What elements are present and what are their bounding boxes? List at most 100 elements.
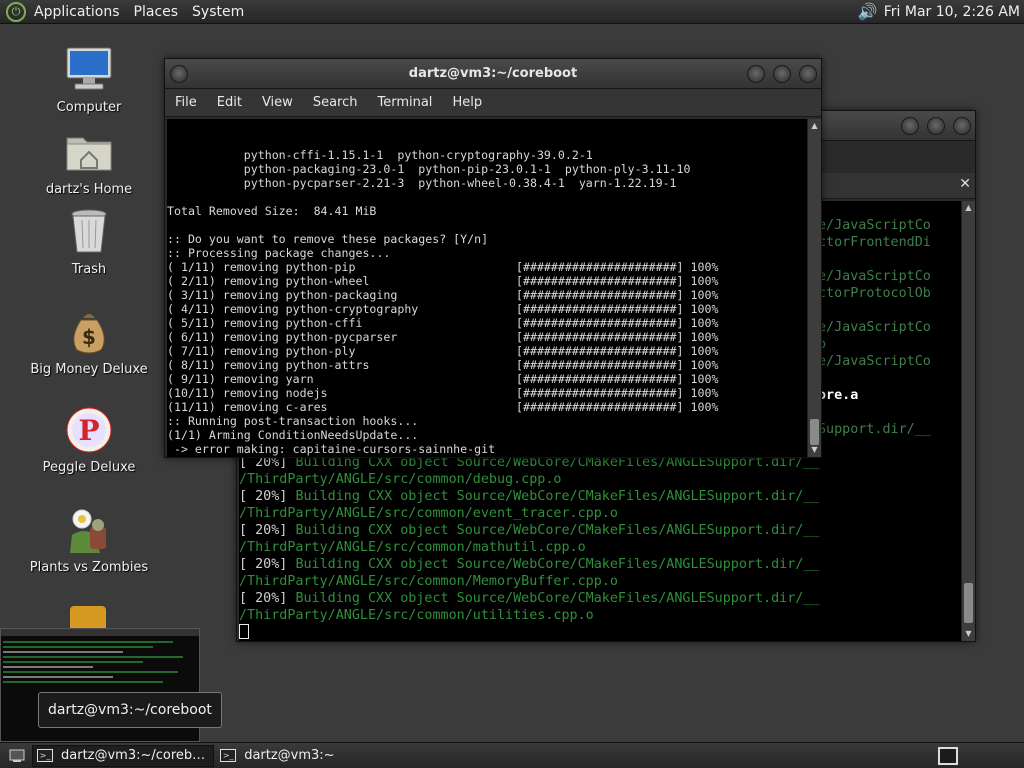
show-desktop-icon[interactable]	[4, 745, 30, 767]
minimize-button[interactable]	[747, 65, 765, 83]
build-line: /ThirdParty/ANGLE/src/common/utilities.c…	[239, 607, 961, 624]
desktop-icon-trash[interactable]: Trash	[26, 208, 152, 277]
terminal-fragment: ctorProtocolOb	[818, 286, 931, 301]
distro-logo-icon[interactable]: ⏻	[6, 1, 26, 22]
minimize-button[interactable]	[901, 117, 919, 135]
build-line: [ 20%] Building CXX object Source/WebCor…	[239, 590, 961, 607]
tab-strip: ✕	[822, 173, 975, 199]
desktop-icon-big-money[interactable]: $ Big Money Deluxe	[26, 308, 152, 377]
terminal-line: -> error making: capitaine-cursors-sainn…	[167, 442, 496, 456]
background-terminal-scrollbar[interactable]: ▲ ▼	[961, 201, 975, 641]
close-button[interactable]	[953, 117, 971, 135]
maximize-button[interactable]	[927, 117, 945, 135]
background-terminal-build-lines: [ 20%] Building CXX object Source/WebCor…	[239, 454, 961, 624]
menu-system[interactable]: System	[192, 4, 244, 20]
taskbar-item-home[interactable]: >_ dartz@vm3:~	[216, 745, 342, 767]
build-line: [ 20%] Building CXX object Source/WebCor…	[239, 488, 961, 505]
desktop-icon-label: Trash	[71, 262, 107, 277]
taskbar-item-coreboot[interactable]: >_ dartz@vm3:~/coreb…	[32, 744, 215, 767]
desktop-icon-plants-vs-zombies[interactable]: Plants vs Zombies	[26, 506, 152, 575]
bottom-panel: >_ dartz@vm3:~/coreb… >_ dartz@vm3:~	[0, 742, 1024, 768]
terminal-icon: >_	[37, 749, 53, 762]
menu-terminal[interactable]: Terminal	[377, 95, 432, 110]
menu-edit[interactable]: Edit	[217, 95, 242, 110]
terminal-fragment	[818, 404, 961, 421]
scroll-up-icon[interactable]: ▲	[962, 203, 975, 213]
plants-vs-zombies-icon	[63, 506, 115, 554]
terminal-fragment: o	[818, 337, 827, 352]
front-terminal-scrollbar[interactable]: ▲ ▼	[807, 119, 821, 457]
front-terminal-lines: python-cffi-1.15.1-1 python-cryptography…	[167, 148, 807, 457]
build-line-text: /ThirdParty/ANGLE/src/common/mathutil.cp…	[239, 540, 586, 555]
build-line: /ThirdParty/ANGLE/src/common/MemoryBuffe…	[239, 573, 961, 590]
desktop-icon-label: Computer	[56, 100, 122, 115]
terminal-line: ( 9/11) removing yarn [#################…	[167, 372, 719, 386]
window-title: dartz@vm3:~/coreboot	[408, 66, 578, 81]
terminal-fragment: e/JavaScriptCo	[818, 218, 931, 233]
desktop-icon-label: Peggle Deluxe	[42, 460, 136, 475]
menu-help[interactable]: Help	[452, 95, 482, 110]
terminal-menubar: File Edit View Search Terminal Help	[165, 89, 821, 117]
menu-view[interactable]: View	[262, 95, 293, 110]
desktop-icon-label: Big Money Deluxe	[30, 362, 148, 377]
menu-places[interactable]: Places	[134, 4, 179, 20]
terminal-fragment: e/JavaScriptCo	[818, 320, 931, 335]
terminal-line: ( 7/11) removing python-ply [###########…	[167, 344, 719, 358]
background-terminal-visible-fragments: e/JavaScriptCo ctorFrontendDi e/JavaScript…	[818, 217, 961, 438]
build-line-text: Building CXX object Source/WebCore/CMake…	[295, 591, 820, 606]
front-terminal-output[interactable]: python-cffi-1.15.1-1 python-cryptography…	[167, 119, 807, 457]
terminal-fragment: ctorFrontendDi	[818, 235, 931, 250]
trash-icon	[63, 208, 115, 256]
computer-icon	[63, 46, 115, 94]
desktop-icon-peggle[interactable]: P Peggle Deluxe	[26, 406, 152, 475]
terminal-line: :: Processing package changes...	[167, 246, 391, 260]
scroll-down-icon[interactable]: ▼	[962, 629, 975, 639]
terminal-line: ( 8/11) removing python-attrs [#########…	[167, 358, 719, 372]
system-tray: 🔊 Fri Mar 10, 2:26 AM	[858, 2, 1020, 21]
build-line-text: Building CXX object Source/WebCore/CMake…	[295, 557, 820, 572]
desktop-icon-home[interactable]: dartz's Home	[26, 128, 152, 197]
desktop-icon-label: dartz's Home	[45, 182, 133, 197]
partial-desktop-icon[interactable]	[70, 606, 106, 628]
clock[interactable]: Fri Mar 10, 2:26 AM	[884, 4, 1020, 20]
build-line-text: /ThirdParty/ANGLE/src/common/MemoryBuffe…	[239, 574, 618, 589]
scroll-down-icon[interactable]: ▼	[808, 445, 821, 455]
scroll-thumb[interactable]	[964, 583, 973, 623]
build-line: /ThirdParty/ANGLE/src/common/event_trace…	[239, 505, 961, 522]
build-line-text: /ThirdParty/ANGLE/src/common/event_trace…	[239, 506, 618, 521]
build-line-text: Building CXX object Source/WebCore/CMake…	[295, 489, 820, 504]
build-line-text: /ThirdParty/ANGLE/src/common/utilities.c…	[239, 608, 594, 623]
taskbar-item-label: dartz@vm3:~/coreb…	[61, 748, 206, 763]
close-button[interactable]	[799, 65, 817, 83]
close-tab-icon[interactable]: ✕	[959, 176, 971, 192]
build-line: [ 20%] Building CXX object Source/WebCor…	[239, 522, 961, 539]
scroll-thumb[interactable]	[810, 419, 819, 445]
front-window-titlebar[interactable]: dartz@vm3:~/coreboot	[165, 59, 821, 89]
terminal-fragment	[818, 251, 961, 268]
build-line-prefix: [ 20%]	[239, 489, 296, 504]
volume-icon[interactable]: 🔊	[858, 2, 878, 21]
build-line-text: Building CXX object Source/WebCore/CMake…	[295, 523, 820, 538]
terminal-line: ( 6/11) removing python-pycparser [#####…	[167, 330, 719, 344]
terminal-line: [dartz@vm3 coreboot]$	[167, 456, 807, 457]
scroll-up-icon[interactable]: ▲	[808, 121, 821, 131]
window-menu-button[interactable]	[170, 65, 188, 83]
menu-applications[interactable]: Applications	[34, 4, 120, 20]
menu-file[interactable]: File	[175, 95, 197, 110]
workspace-switcher-icon[interactable]	[938, 746, 958, 765]
terminal-line: ( 3/11) removing python-packaging [#####…	[167, 288, 719, 302]
terminal-line: ( 5/11) removing python-cffi [##########…	[167, 316, 719, 330]
build-line-prefix: [ 20%]	[239, 523, 296, 538]
build-line-prefix: [ 20%]	[239, 591, 296, 606]
build-line: /ThirdParty/ANGLE/src/common/mathutil.cp…	[239, 539, 961, 556]
terminal-line: ( 4/11) removing python-cryptography [##…	[167, 302, 719, 316]
desktop-icon-computer[interactable]: Computer	[26, 46, 152, 115]
front-terminal-window[interactable]: dartz@vm3:~/coreboot File Edit View Sear…	[164, 58, 822, 458]
menu-search[interactable]: Search	[313, 95, 358, 110]
terminal-fragment: Support.dir/__	[818, 422, 931, 437]
build-line: /ThirdParty/ANGLE/src/common/debug.cpp.o	[239, 471, 961, 488]
peggle-icon: P	[63, 406, 115, 454]
thumbnail-menubar	[1, 629, 199, 636]
terminal-line: python-packaging-23.0-1 python-pip-23.0.…	[167, 162, 691, 176]
maximize-button[interactable]	[773, 65, 791, 83]
